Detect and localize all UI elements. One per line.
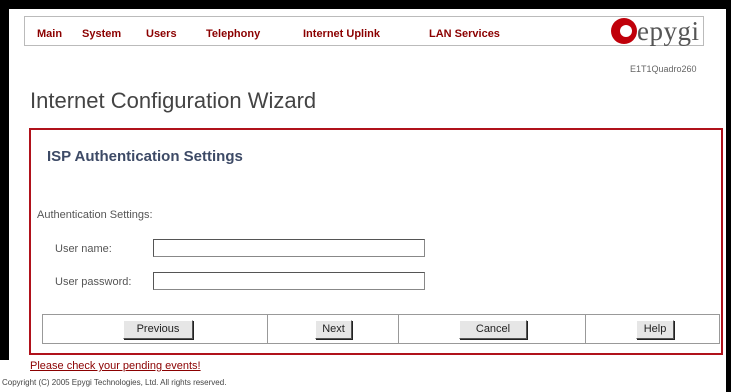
nav-internet-uplink[interactable]: Internet Uplink <box>303 28 380 40</box>
copyright-text: Copyright (C) 2005 Epygi Technologies, L… <box>2 378 227 387</box>
page-title: Internet Configuration Wizard <box>30 88 317 113</box>
cancel-cell: Cancel <box>399 315 586 343</box>
window-frame-right <box>726 0 731 392</box>
window-frame-top <box>0 0 731 9</box>
logo-mark-icon <box>611 18 637 44</box>
nav-lan-services[interactable]: LAN Services <box>429 28 500 40</box>
epygi-logo: epygi <box>605 12 725 52</box>
logo-wordmark: epygi <box>637 16 700 46</box>
username-input[interactable] <box>153 239 425 257</box>
section-label: Authentication Settings: <box>37 209 153 221</box>
username-label: User name: <box>55 243 112 255</box>
next-cell: Next <box>268 315 399 343</box>
previous-cell: Previous <box>43 315 268 343</box>
top-navigation: Main System Users Telephony Internet Upl… <box>24 16 704 46</box>
window-frame-left <box>0 0 9 360</box>
password-label: User password: <box>55 276 132 288</box>
nav-system[interactable]: System <box>82 28 121 40</box>
panel-title: ISP Authentication Settings <box>47 148 243 165</box>
cancel-button[interactable]: Cancel <box>459 320 527 339</box>
nav-main[interactable]: Main <box>37 28 62 40</box>
wizard-panel: ISP Authentication Settings Authenticati… <box>29 128 723 355</box>
help-button[interactable]: Help <box>636 320 674 339</box>
help-cell: Help <box>586 315 719 343</box>
password-input[interactable] <box>153 272 425 290</box>
nav-users[interactable]: Users <box>146 28 177 40</box>
button-row: Previous Next Cancel Help <box>42 314 720 344</box>
nav-telephony[interactable]: Telephony <box>206 28 260 40</box>
device-model: E1T1Quadro260 <box>630 64 697 74</box>
previous-button[interactable]: Previous <box>123 320 193 339</box>
pending-events-link[interactable]: Please check your pending events! <box>30 360 201 372</box>
next-button[interactable]: Next <box>315 320 352 339</box>
